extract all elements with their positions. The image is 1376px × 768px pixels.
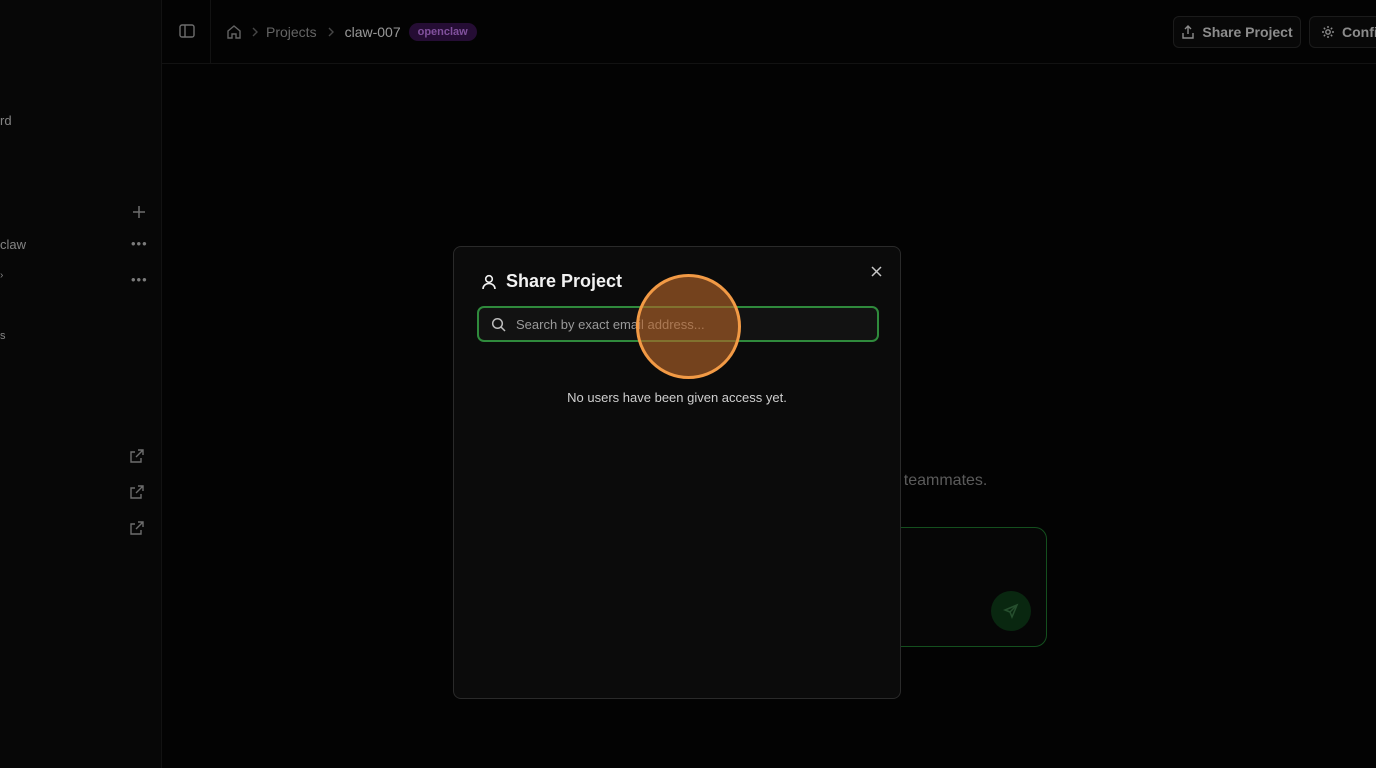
empty-access-message: No users have been given access yet. — [567, 390, 787, 405]
user-icon — [482, 274, 496, 289]
dialog-title: Share Project — [480, 271, 622, 292]
close-icon[interactable] — [868, 263, 884, 279]
search-icon — [491, 317, 506, 332]
cursor-highlight — [636, 274, 741, 379]
dialog-title-text: Share Project — [506, 271, 623, 291]
